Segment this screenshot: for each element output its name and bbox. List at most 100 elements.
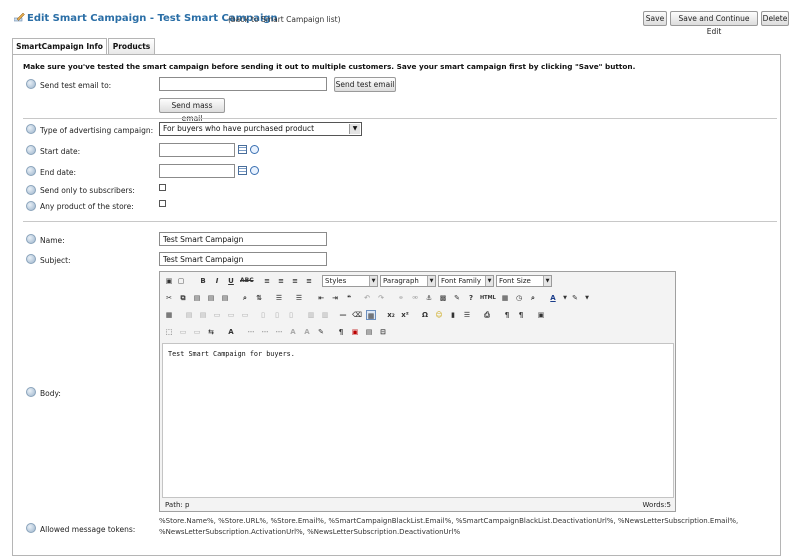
- save-button[interactable]: Save: [643, 11, 667, 26]
- split-cells-icon[interactable]: ▥: [306, 310, 316, 320]
- name-input[interactable]: [159, 232, 327, 246]
- clock-icon[interactable]: [250, 166, 259, 175]
- help-hint-icon[interactable]: [26, 523, 36, 533]
- paste-word-icon[interactable]: ▤: [220, 293, 230, 303]
- insert-col-before-icon[interactable]: ▯: [258, 310, 268, 320]
- rtl-icon[interactable]: ¶: [516, 310, 526, 320]
- underline-icon[interactable]: U: [226, 276, 236, 286]
- insert-row-after-icon[interactable]: ▭: [226, 310, 236, 320]
- help-hint-icon[interactable]: [26, 201, 36, 211]
- font-size-dropdown[interactable]: Font Size ▼: [496, 275, 552, 287]
- emoticons-icon[interactable]: ☺: [434, 310, 444, 320]
- save-icon[interactable]: ▣: [164, 276, 174, 286]
- align-center-icon[interactable]: ≡: [276, 276, 286, 286]
- preview-icon[interactable]: ⌕: [528, 293, 538, 303]
- redo-icon[interactable]: ↷: [376, 293, 386, 303]
- move-backward-icon[interactable]: ▭: [192, 327, 202, 337]
- styleprops-icon[interactable]: A: [226, 327, 236, 337]
- align-justify-icon[interactable]: ≡: [304, 276, 314, 286]
- insert-time-icon[interactable]: ◷: [514, 293, 524, 303]
- cleanup-icon[interactable]: ✎: [452, 293, 462, 303]
- help-icon[interactable]: ?: [466, 293, 476, 303]
- delete-col-icon[interactable]: ▯: [286, 310, 296, 320]
- back-to-list-link[interactable]: (back to Smart Campaign list): [228, 15, 341, 24]
- remove-format-icon[interactable]: ⌫: [352, 310, 362, 320]
- new-document-icon[interactable]: ▢: [176, 276, 186, 286]
- nonbreaking-icon[interactable]: ▣: [350, 327, 360, 337]
- move-forward-icon[interactable]: ▭: [178, 327, 188, 337]
- delete-row-icon[interactable]: ▭: [240, 310, 250, 320]
- help-hint-icon[interactable]: [26, 254, 36, 264]
- font-family-dropdown[interactable]: Font Family ▼: [438, 275, 494, 287]
- campaign-type-select[interactable]: For buyers who have purchased product ▼: [159, 122, 362, 136]
- media-icon[interactable]: ▮: [448, 310, 458, 320]
- advanced-hr-icon[interactable]: ☰: [462, 310, 472, 320]
- fullscreen-icon[interactable]: ▣: [536, 310, 546, 320]
- calendar-icon[interactable]: [238, 145, 247, 154]
- help-hint-icon[interactable]: [26, 166, 36, 176]
- replace-icon[interactable]: ⇅: [254, 293, 264, 303]
- any-product-checkbox[interactable]: [159, 200, 166, 207]
- blockquote-icon[interactable]: ❝: [344, 293, 354, 303]
- align-left-icon[interactable]: ≡: [262, 276, 272, 286]
- link-icon[interactable]: ⚭: [396, 293, 406, 303]
- del-icon[interactable]: A: [288, 327, 298, 337]
- indent-icon[interactable]: ⇥: [330, 293, 340, 303]
- pagebreak-icon[interactable]: ⊟: [378, 327, 388, 337]
- help-hint-icon[interactable]: [26, 79, 36, 89]
- chevron-down-icon[interactable]: ▼: [560, 293, 570, 303]
- visual-chars-icon[interactable]: ¶: [336, 327, 346, 337]
- outdent-icon[interactable]: ⇤: [316, 293, 326, 303]
- abbr-icon[interactable]: ⋯: [260, 327, 270, 337]
- absolute-position-icon[interactable]: ⇆: [206, 327, 216, 337]
- ltr-icon[interactable]: ¶: [502, 310, 512, 320]
- chevron-down-icon[interactable]: ▼: [582, 293, 592, 303]
- cite-icon[interactable]: ⋯: [246, 327, 256, 337]
- image-icon[interactable]: ▩: [438, 293, 448, 303]
- start-date-input[interactable]: [159, 143, 235, 157]
- template-icon[interactable]: ▤: [364, 327, 374, 337]
- subject-input[interactable]: [159, 252, 327, 266]
- bold-icon[interactable]: B: [198, 276, 208, 286]
- special-char-icon[interactable]: Ω: [420, 310, 430, 320]
- insert-table-icon[interactable]: ▦: [164, 310, 174, 320]
- background-color-icon[interactable]: ✎: [570, 293, 580, 303]
- cut-icon[interactable]: ✂: [164, 293, 174, 303]
- test-email-input[interactable]: [159, 77, 327, 91]
- find-icon[interactable]: ⌕: [240, 293, 250, 303]
- paste-text-icon[interactable]: ▤: [206, 293, 216, 303]
- help-hint-icon[interactable]: [26, 234, 36, 244]
- anchor-icon[interactable]: ⚓: [424, 293, 434, 303]
- table-cell-props-icon[interactable]: ▤: [198, 310, 208, 320]
- align-right-icon[interactable]: ≡: [290, 276, 300, 286]
- table-row-props-icon[interactable]: ▤: [184, 310, 194, 320]
- send-mass-email-button[interactable]: Send mass email: [159, 98, 225, 123]
- subscribers-only-checkbox[interactable]: [159, 184, 166, 191]
- print-icon[interactable]: ⎙: [482, 310, 492, 320]
- insert-col-after-icon[interactable]: ▯: [272, 310, 282, 320]
- undo-icon[interactable]: ↶: [362, 293, 372, 303]
- copy-icon[interactable]: ⧉: [178, 293, 188, 303]
- help-hint-icon[interactable]: [26, 387, 36, 397]
- clock-icon[interactable]: [250, 145, 259, 154]
- insert-layer-icon[interactable]: ⬚: [164, 327, 174, 337]
- end-date-input[interactable]: [159, 164, 235, 178]
- horizontal-rule-icon[interactable]: —: [338, 310, 348, 320]
- subscript-icon[interactable]: x₂: [386, 310, 396, 320]
- italic-icon[interactable]: I: [212, 276, 222, 286]
- visual-aid-icon[interactable]: ▦: [366, 310, 376, 320]
- html-source-icon[interactable]: HTML: [480, 293, 496, 303]
- merge-cells-icon[interactable]: ▥: [320, 310, 330, 320]
- tab-products[interactable]: Products: [108, 38, 155, 54]
- help-hint-icon[interactable]: [26, 145, 36, 155]
- paste-icon[interactable]: ▤: [192, 293, 202, 303]
- save-continue-button[interactable]: Save and Continue Edit: [670, 11, 758, 36]
- ins-icon[interactable]: A: [302, 327, 312, 337]
- editor-content-area[interactable]: Test Smart Campaign for buyers.: [162, 343, 674, 498]
- attributes-icon[interactable]: ✎: [316, 327, 326, 337]
- calendar-icon[interactable]: [238, 166, 247, 175]
- numbered-list-icon[interactable]: ☰: [294, 293, 304, 303]
- insert-date-icon[interactable]: ▦: [500, 293, 510, 303]
- bullet-list-icon[interactable]: ☰: [274, 293, 284, 303]
- acronym-icon[interactable]: ⋯: [274, 327, 284, 337]
